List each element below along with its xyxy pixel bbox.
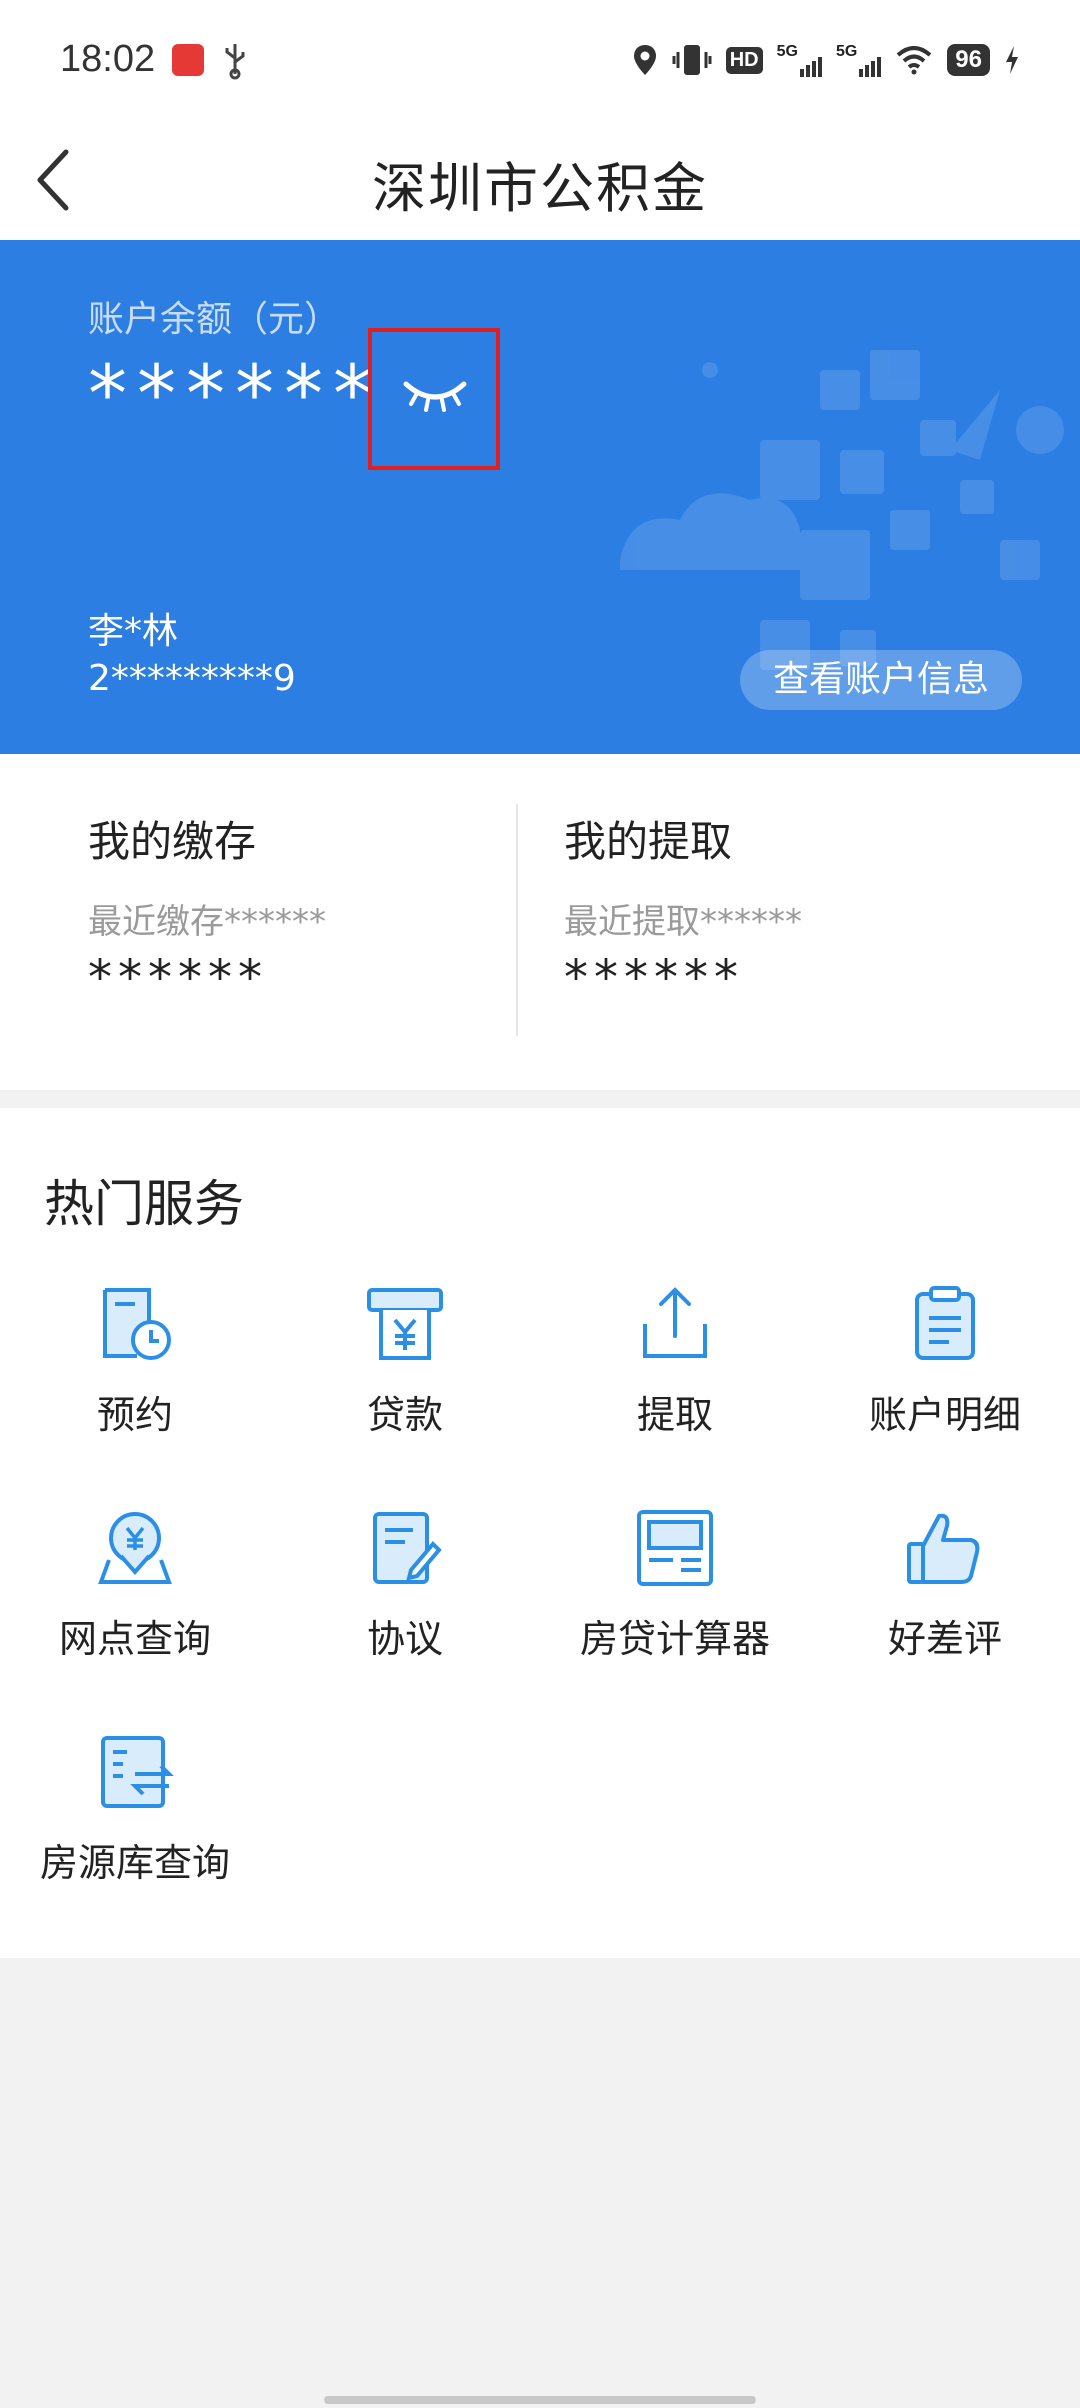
housing-search-icon — [101, 1736, 174, 1808]
status-time: 18:02 — [60, 38, 156, 80]
eye-closed-icon — [403, 381, 467, 412]
service-rating[interactable]: 好差评 — [810, 1508, 1080, 1708]
deposit-value: ****** — [88, 950, 268, 1006]
service-label: 贷款 — [366, 1393, 443, 1437]
view-account-info-button[interactable]: 查看账户信息 — [740, 650, 1022, 710]
balance-label: 账户余额（元） — [88, 299, 341, 340]
signal-icon-1: 5G — [777, 43, 822, 77]
service-appointment[interactable]: 预约 — [0, 1284, 270, 1484]
balance-visibility-toggle[interactable] — [368, 328, 500, 470]
service-agreement[interactable]: 协议 — [270, 1508, 540, 1708]
account-detail-icon — [915, 1286, 975, 1360]
notification-app-icon — [172, 44, 204, 76]
charging-icon — [1006, 46, 1018, 74]
my-withdraw-card[interactable]: 我的提取 最近提取****** ****** — [476, 754, 1016, 1090]
withdraw-recent: 最近提取****** — [564, 902, 802, 942]
account-number: 2*********9 — [88, 658, 296, 699]
service-loan[interactable]: 贷款 — [270, 1284, 540, 1484]
balance-card: 账户余额（元） ****** 李*林 2*********9 查看账户信息 — [0, 240, 1080, 754]
status-icons: HD 5G 5G 96 — [632, 40, 1020, 80]
page-title: 深圳市公积金 — [372, 157, 708, 220]
rating-icon — [907, 1513, 980, 1584]
my-deposit-card[interactable]: 我的缴存 最近缴存****** ****** — [0, 754, 540, 1090]
network-type-1: 5G — [776, 43, 798, 60]
service-account-detail[interactable]: 账户明细 — [810, 1284, 1080, 1484]
home-indicator[interactable] — [324, 2396, 756, 2404]
service-housing-search[interactable]: 房源库查询 — [0, 1732, 270, 1932]
services-title: 热门服务 — [44, 1175, 244, 1233]
wifi-icon — [896, 46, 932, 75]
hd-label: HD — [725, 46, 763, 74]
service-mortgage-calculator[interactable]: 房贷计算器 — [540, 1508, 810, 1708]
service-label: 房贷计算器 — [579, 1617, 770, 1661]
balance-value: ****** — [88, 350, 382, 440]
account-holder-name: 李*林 — [88, 611, 179, 652]
service-withdraw[interactable]: 提取 — [540, 1284, 810, 1484]
withdraw-icon — [643, 1287, 707, 1358]
usb-icon — [225, 44, 245, 80]
withdraw-value: ****** — [564, 950, 744, 1006]
loan-icon — [367, 1288, 443, 1360]
service-label: 好差评 — [887, 1617, 1002, 1661]
service-label: 账户明细 — [868, 1393, 1021, 1437]
agreement-icon — [373, 1512, 442, 1584]
deposit-title: 我的缴存 — [88, 817, 257, 866]
service-branch-search[interactable]: 网点查询 — [0, 1508, 270, 1708]
location-icon — [633, 45, 656, 75]
hot-services-panel: 热门服务 预约 贷款 提取 账户明细 网点查询 协议 房贷计算器 好差评 房源库… — [0, 1108, 1080, 1958]
summary-panel: 我的缴存 最近缴存****** ****** 我的提取 最近提取****** *… — [0, 754, 1080, 1090]
withdraw-title: 我的提取 — [564, 817, 733, 866]
mortgage-calculator-icon — [637, 1510, 713, 1586]
service-label: 网点查询 — [58, 1617, 211, 1661]
status-bar: 18:02 HD 5G 5G 96 — [0, 0, 1080, 120]
branch-search-icon — [98, 1512, 172, 1584]
deposit-recent: 最近缴存****** — [88, 902, 326, 942]
service-label: 预约 — [96, 1393, 173, 1437]
service-label: 房源库查询 — [39, 1841, 230, 1885]
service-label: 协议 — [366, 1617, 443, 1661]
app-header: 深圳市公积金 — [0, 120, 1080, 240]
hd-icon: HD — [725, 46, 763, 74]
vibrate-icon — [672, 45, 712, 75]
signal-icon-2: 5G — [835, 43, 882, 77]
appointment-icon — [103, 1288, 171, 1360]
battery-icon: 96 — [947, 44, 990, 76]
network-type-2: 5G — [835, 43, 858, 60]
service-label: 提取 — [636, 1393, 713, 1437]
